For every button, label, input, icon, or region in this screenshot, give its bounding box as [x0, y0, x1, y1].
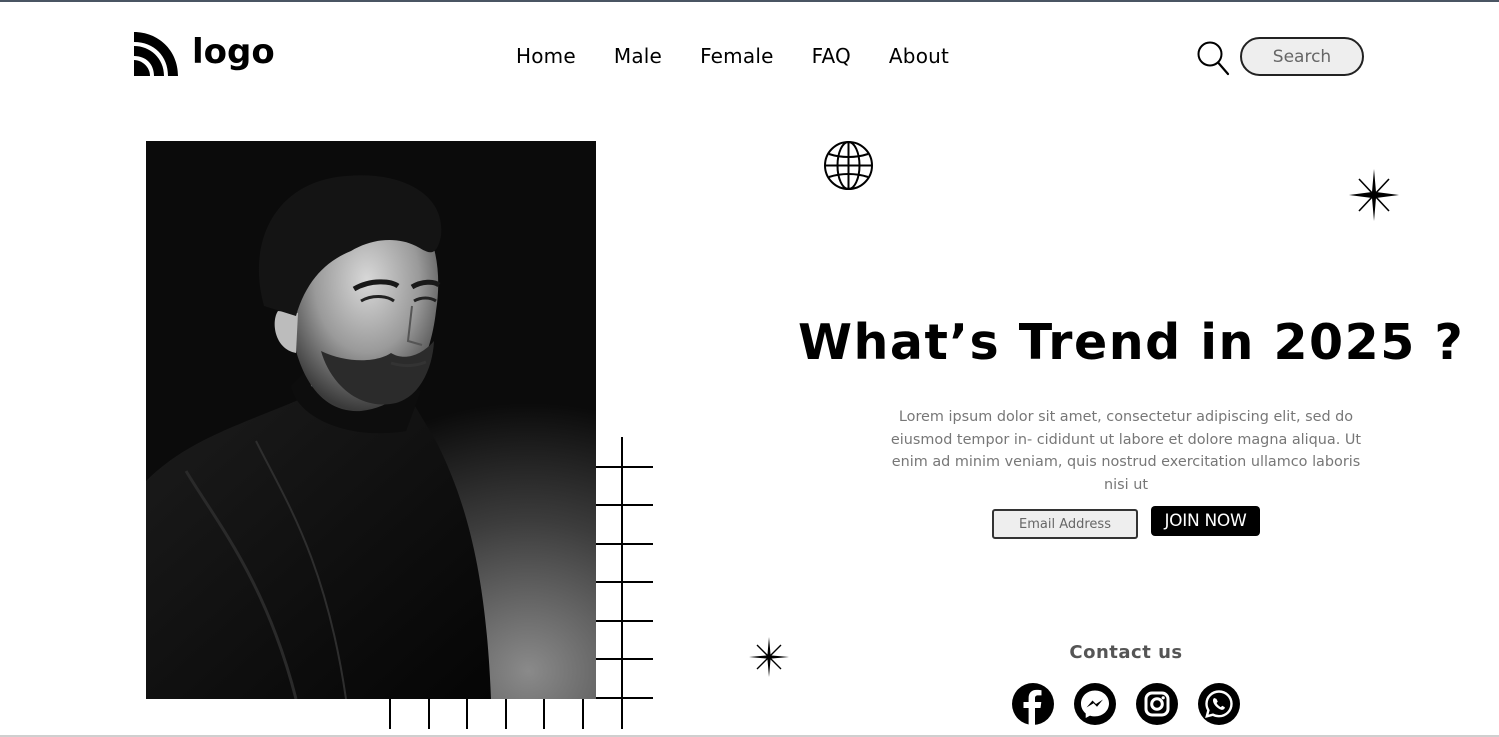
grid-decoration	[389, 437, 653, 729]
search-icon[interactable]	[1196, 40, 1230, 76]
nav-home[interactable]: Home	[516, 44, 576, 68]
instagram-icon[interactable]	[1136, 683, 1178, 725]
globe-icon	[824, 141, 873, 190]
main-nav: Home Male Female FAQ About	[516, 44, 949, 68]
nav-about[interactable]: About	[889, 44, 949, 68]
nav-female[interactable]: Female	[700, 44, 774, 68]
sparkle-icon	[749, 637, 789, 677]
social-links	[1012, 683, 1240, 725]
logo[interactable]: logo	[132, 32, 275, 78]
messenger-icon[interactable]	[1074, 683, 1116, 725]
join-now-button[interactable]: JOIN NOW	[1151, 506, 1260, 536]
contact-title: Contact us	[1069, 642, 1183, 663]
logo-text: logo	[192, 32, 275, 72]
nav-male[interactable]: Male	[614, 44, 662, 68]
facebook-icon[interactable]	[1012, 683, 1054, 725]
logo-mark-icon	[134, 32, 178, 76]
email-field[interactable]	[992, 509, 1138, 539]
nav-faq[interactable]: FAQ	[812, 44, 851, 68]
search-input[interactable]	[1240, 37, 1364, 76]
sparkle-icon	[1349, 169, 1399, 221]
hero-description: Lorem ipsum dolor sit amet, consectetur …	[890, 409, 1362, 494]
whatsapp-icon[interactable]	[1198, 683, 1240, 725]
top-border	[0, 0, 1499, 2]
hero-headline: What’s Trend in 2025 ?	[798, 314, 1465, 371]
